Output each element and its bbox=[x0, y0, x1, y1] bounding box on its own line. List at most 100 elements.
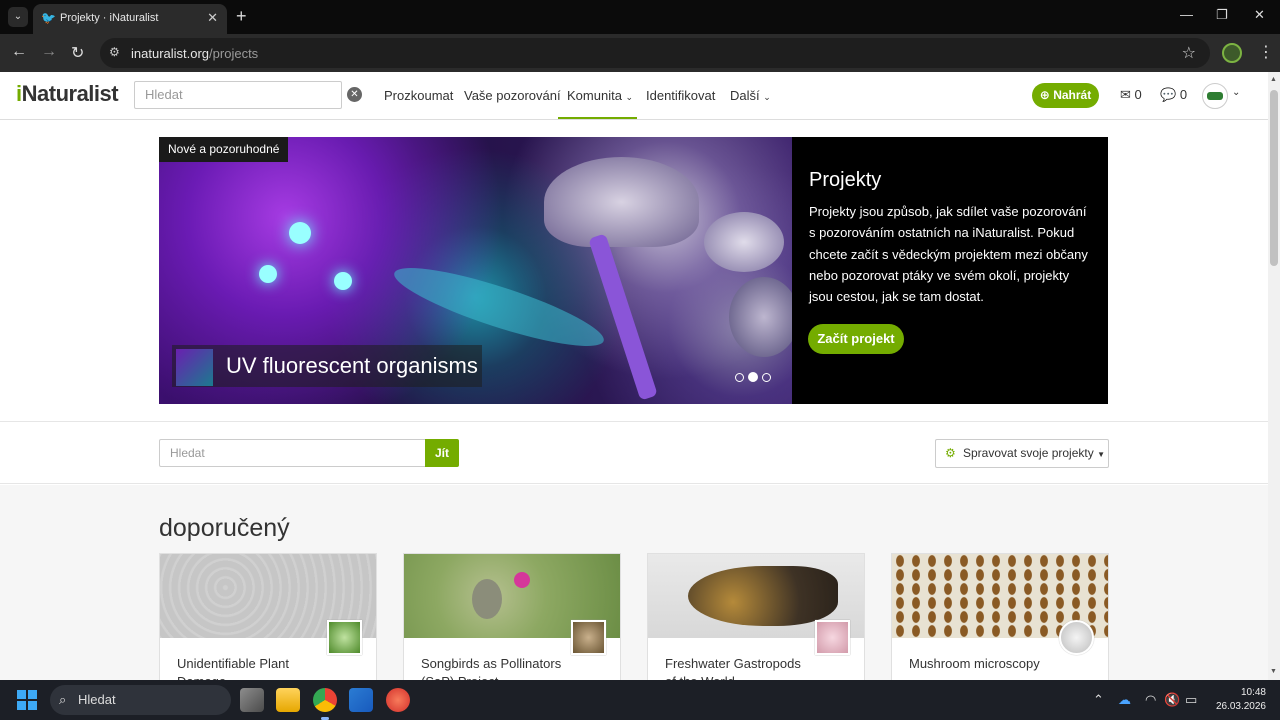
flower-shape bbox=[514, 572, 530, 588]
hero-image-mushroom bbox=[729, 277, 792, 357]
project-search-input[interactable]: Hledat bbox=[159, 439, 426, 467]
hero-caption[interactable]: UV fluorescent organisms bbox=[172, 345, 482, 387]
bookmark-star-icon[interactable]: ☆ bbox=[1182, 43, 1196, 63]
search-icon: ⌕ bbox=[59, 692, 67, 707]
caret-down-icon: ▼ bbox=[1097, 450, 1105, 459]
chevron-down-icon: ⌄ bbox=[763, 92, 771, 102]
snail-shape bbox=[688, 566, 838, 626]
taskbar-search-label: Hledat bbox=[78, 692, 116, 707]
forward-icon[interactable]: → bbox=[41, 43, 57, 61]
taskbar-clock[interactable]: 10:48 26.03.2026 bbox=[1214, 686, 1266, 714]
logo-text: Naturalist bbox=[21, 81, 119, 106]
windows-start-icon[interactable] bbox=[17, 690, 37, 710]
address-bar[interactable]: ⚙ inaturalist.org/projects ☆ bbox=[100, 38, 1210, 68]
tab-title: Projekty · iNaturalist bbox=[60, 12, 159, 24]
messages-link[interactable]: ✉ 0 bbox=[1120, 87, 1142, 103]
project-search-band: Hledat Jít ⚙ Spravovat svoje projekty ▼ bbox=[0, 421, 1268, 484]
project-card-icon bbox=[327, 620, 362, 655]
scroll-down-icon[interactable]: ▼ bbox=[1270, 668, 1277, 675]
clock-time: 10:48 bbox=[1240, 687, 1266, 698]
url-text: inaturalist.org/projects bbox=[131, 46, 258, 61]
back-icon[interactable]: ← bbox=[11, 43, 27, 61]
browser-tab[interactable]: 🐦 Projekty · iNaturalist ✕ bbox=[33, 4, 227, 34]
app-icon[interactable] bbox=[386, 688, 410, 712]
notifications-count: 0 bbox=[1179, 87, 1188, 102]
gear-icon: ⚙ bbox=[945, 446, 956, 460]
nav-explore[interactable]: Prozkoumat bbox=[384, 88, 453, 103]
hero-image-mushroom-stem bbox=[588, 233, 658, 401]
header-search-input[interactable]: Hledat bbox=[134, 81, 342, 109]
browser-tabbar: ⌄ 🐦 Projekty · iNaturalist ✕ + — ❐ ✕ bbox=[0, 0, 1280, 34]
hero-image-mushroom bbox=[544, 157, 699, 247]
taskbar-search[interactable]: ⌕ Hledat bbox=[50, 685, 231, 715]
manage-projects-button[interactable]: ⚙ Spravovat svoje projekty ▼ bbox=[935, 439, 1109, 468]
nav-active-indicator bbox=[558, 117, 637, 119]
task-view-icon[interactable] bbox=[240, 688, 264, 712]
project-card[interactable]: Unidentifiable Plant Damage bbox=[159, 553, 377, 693]
reload-icon[interactable]: ↻ bbox=[71, 43, 84, 63]
project-card-title[interactable]: Mushroom microscopy bbox=[909, 655, 1059, 673]
battery-icon[interactable]: ▭ bbox=[1185, 692, 1197, 708]
upload-button[interactable]: ⊕ Nahrát bbox=[1032, 83, 1099, 108]
messages-count: 0 bbox=[1134, 87, 1142, 102]
volume-mute-icon[interactable]: 🔇 bbox=[1164, 692, 1180, 708]
start-project-button[interactable]: Začít projekt bbox=[808, 324, 904, 354]
onedrive-icon[interactable]: ☁ bbox=[1118, 692, 1131, 708]
chrome-icon[interactable] bbox=[313, 688, 337, 712]
windows-taskbar: ⌕ Hledat ⌃ ☁ ◠ 🔇 ▭ 10:48 26.03.2026 bbox=[0, 680, 1280, 720]
hero-caption-text: UV fluorescent organisms bbox=[226, 353, 478, 378]
user-avatar[interactable] bbox=[1202, 83, 1228, 109]
project-card[interactable]: Mushroom microscopy bbox=[891, 553, 1109, 693]
nav-your-observations[interactable]: Vaše pozorování bbox=[464, 88, 561, 103]
new-tab-icon[interactable]: + bbox=[236, 6, 247, 27]
scroll-up-icon[interactable]: ▲ bbox=[1270, 76, 1277, 83]
wifi-icon[interactable]: ◠ bbox=[1145, 692, 1156, 708]
tab-list-button[interactable]: ⌄ bbox=[8, 7, 28, 27]
close-tab-icon[interactable]: ✕ bbox=[207, 10, 218, 26]
chevron-down-icon[interactable]: ⌄ bbox=[1232, 87, 1240, 98]
plus-circle-icon: ⊕ bbox=[1039, 88, 1050, 102]
envelope-icon: ✉ bbox=[1120, 87, 1131, 102]
nav-community-label: Komunita bbox=[567, 88, 622, 103]
site-info-icon[interactable]: ⚙ bbox=[109, 45, 120, 59]
inaturalist-logo[interactable]: iNaturalist bbox=[16, 81, 119, 107]
carousel-dot-2[interactable] bbox=[748, 372, 758, 382]
nav-more[interactable]: Další ⌄ bbox=[730, 88, 771, 103]
nav-community[interactable]: Komunita ⌄ bbox=[567, 88, 633, 103]
file-explorer-icon[interactable] bbox=[276, 688, 300, 712]
hero-image-glow bbox=[259, 265, 277, 283]
upload-label: Nahrát bbox=[1053, 88, 1092, 102]
project-card[interactable]: Songbirds as Pollinators (SaP) Project bbox=[403, 553, 621, 693]
project-card[interactable]: Freshwater Gastropods of the World bbox=[647, 553, 865, 693]
comment-icon: 💬 bbox=[1160, 87, 1177, 102]
chevron-down-icon: ⌄ bbox=[625, 92, 634, 102]
page-scrollbar[interactable]: ▲ ▼ bbox=[1268, 72, 1280, 680]
inaturalist-favicon-icon: 🐦 bbox=[41, 11, 56, 25]
url-path: /projects bbox=[209, 46, 259, 61]
hero-banner: Nové a pozoruhodné UV fluorescent organi… bbox=[159, 137, 1108, 404]
maximize-icon[interactable]: ❐ bbox=[1216, 7, 1228, 23]
carousel-dot-3[interactable] bbox=[762, 373, 771, 382]
clear-search-icon[interactable]: ✕ bbox=[347, 87, 362, 102]
show-hidden-icons-icon[interactable]: ⌃ bbox=[1093, 692, 1104, 708]
hero-image-glow bbox=[334, 272, 352, 290]
project-card-icon bbox=[571, 620, 606, 655]
hero-image-glow bbox=[289, 222, 311, 244]
bird-shape bbox=[472, 579, 502, 619]
project-card-icon bbox=[1059, 620, 1094, 655]
close-window-icon[interactable]: ✕ bbox=[1254, 7, 1265, 23]
hero-tag: Nové a pozoruhodné bbox=[159, 137, 289, 162]
go-button[interactable]: Jít bbox=[425, 439, 459, 467]
word-icon[interactable] bbox=[349, 688, 373, 712]
hero-title: Projekty bbox=[809, 169, 882, 191]
minimize-icon[interactable]: — bbox=[1180, 7, 1193, 22]
scroll-thumb[interactable] bbox=[1270, 90, 1278, 266]
carousel-dot-1[interactable] bbox=[735, 373, 744, 382]
hero-description: Projekty jsou způsob, jak sdílet vaše po… bbox=[809, 204, 1088, 305]
nav-identify[interactable]: Identifikovat bbox=[646, 88, 715, 103]
site-header: iNaturalist Hledat ✕ Prozkoumat Vaše poz… bbox=[0, 72, 1268, 120]
browser-menu-icon[interactable]: ⋮ bbox=[1258, 42, 1274, 62]
hero-image-mushroom bbox=[704, 212, 784, 272]
browser-profile-avatar[interactable] bbox=[1222, 43, 1242, 63]
notifications-link[interactable]: 💬 0 bbox=[1160, 87, 1187, 103]
